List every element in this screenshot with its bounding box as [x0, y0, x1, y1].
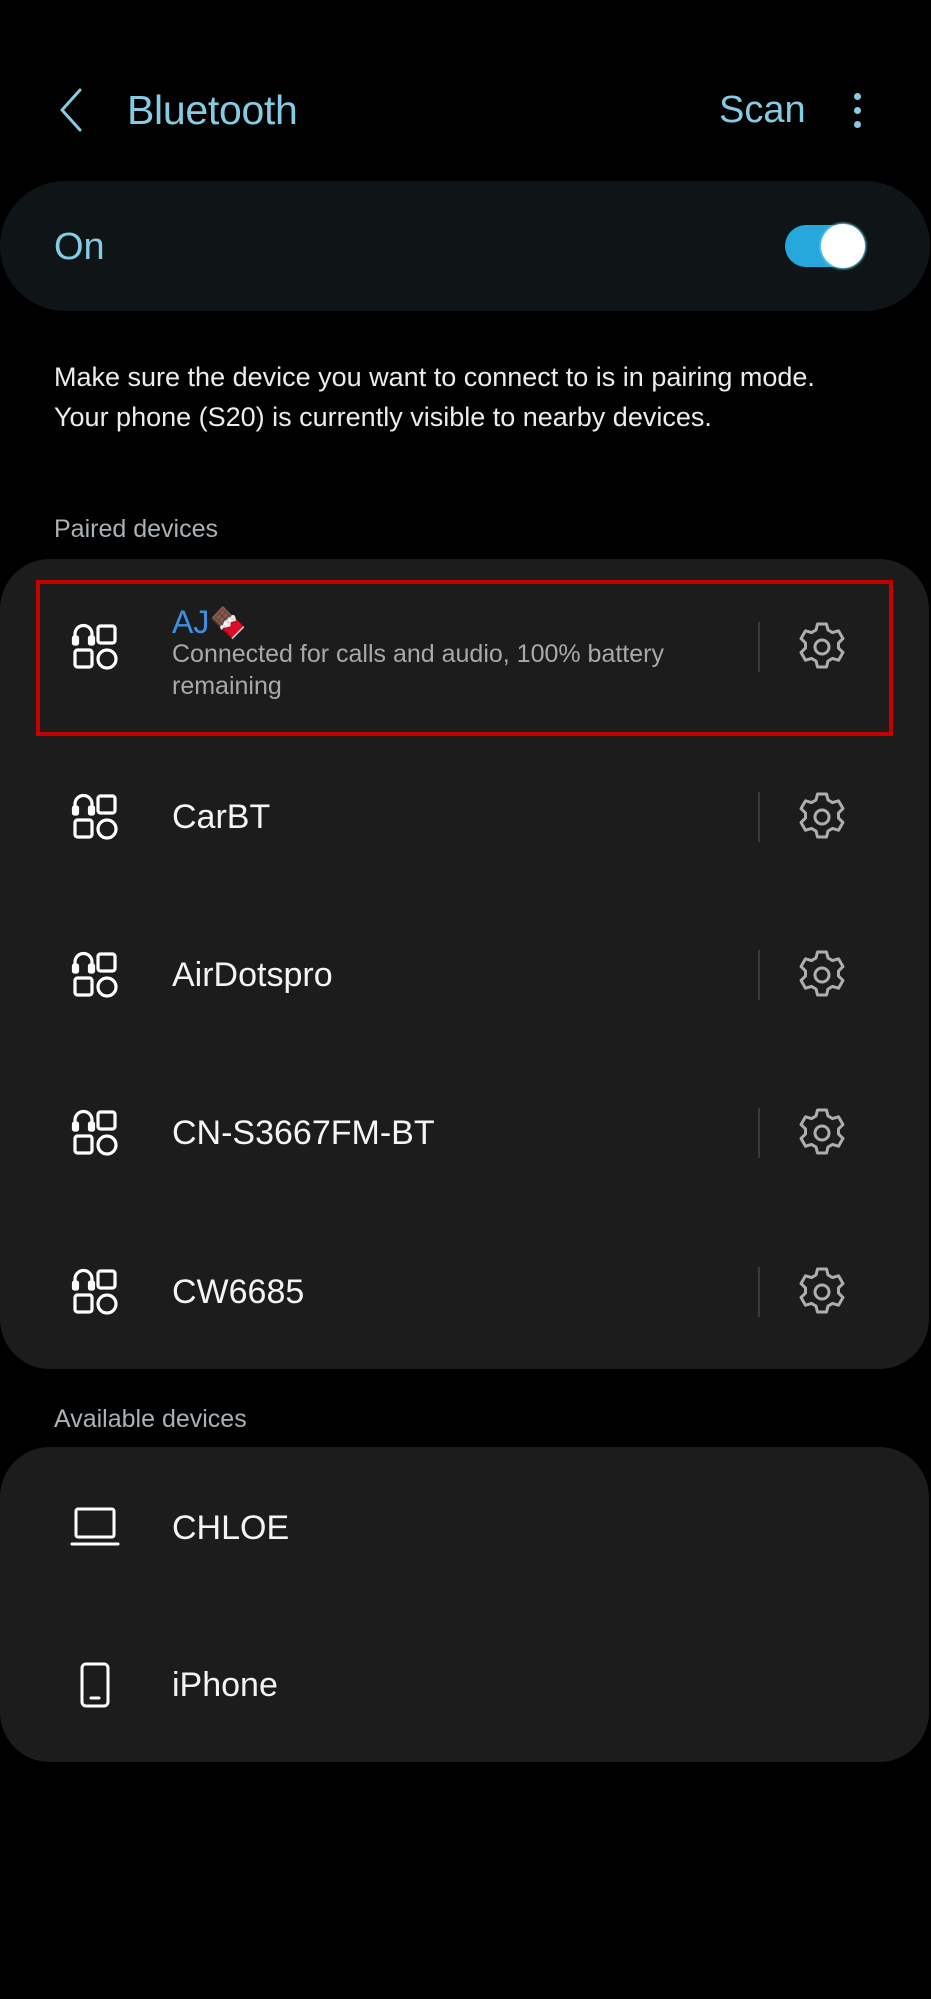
gear-icon[interactable]: [794, 619, 850, 675]
row-divider: [758, 622, 760, 672]
row-divider: [758, 792, 760, 842]
paired-device-item[interactable]: AirDotspro: [0, 896, 929, 1054]
more-options-button[interactable]: [837, 84, 877, 136]
paired-device-item[interactable]: CW6685: [0, 1213, 929, 1369]
more-vertical-icon: [853, 92, 861, 100]
row-divider: [758, 1108, 760, 1158]
chocolate-bar-emoji: 🍫: [209, 606, 247, 641]
audio-multi-device-icon: [71, 1109, 118, 1156]
device-name: iPhone: [172, 1666, 278, 1704]
audio-multi-device-icon: [71, 793, 118, 840]
available-devices-header: Available devices: [54, 1405, 247, 1433]
paired-device-item[interactable]: CarBT: [0, 738, 929, 896]
device-name: CarBT: [172, 798, 271, 836]
audio-multi-device-icon: [71, 951, 118, 998]
paired-devices-header: Paired devices: [54, 515, 218, 543]
gear-icon[interactable]: [794, 947, 850, 1003]
available-device-item[interactable]: iPhone: [0, 1607, 929, 1762]
audio-multi-device-icon: [71, 623, 118, 670]
description-line-2: Your phone (S20) is currently visible to…: [54, 402, 712, 432]
page-title: Bluetooth: [127, 87, 298, 133]
device-name-text: AJ: [172, 604, 210, 640]
paired-device-item[interactable]: CN-S3667FM-BT: [0, 1054, 929, 1212]
gear-icon[interactable]: [794, 1264, 850, 1320]
device-status: Connected for calls and audio, 100% batt…: [172, 640, 664, 700]
paired-devices-card: AJ🍫 Connected for calls and audio, 100% …: [0, 559, 929, 1369]
device-name: CW6685: [172, 1273, 305, 1311]
available-device-item[interactable]: CHLOE: [0, 1447, 929, 1607]
back-button[interactable]: [46, 84, 96, 136]
paired-device-item[interactable]: AJ🍫 Connected for calls and audio, 100% …: [0, 580, 929, 732]
gear-icon[interactable]: [794, 789, 850, 845]
available-devices-card: CHLOE iPhone: [0, 1447, 929, 1762]
master-switch-label: On: [54, 226, 105, 268]
device-name: CHLOE: [172, 1509, 290, 1547]
smartphone-icon: [80, 1662, 110, 1708]
pairing-description: Make sure the device you want to connect…: [54, 357, 894, 437]
row-divider: [758, 950, 760, 1000]
gear-icon[interactable]: [794, 1105, 850, 1161]
chevron-left-icon: [60, 88, 82, 132]
bluetooth-toggle[interactable]: [783, 222, 865, 270]
device-name: CN-S3667FM-BT: [172, 1114, 435, 1152]
row-divider: [758, 1267, 760, 1317]
device-name: AirDotspro: [172, 956, 333, 994]
scan-button[interactable]: Scan: [719, 84, 806, 136]
toggle-thumb: [821, 224, 865, 268]
laptop-icon: [70, 1507, 120, 1546]
audio-multi-device-icon: [71, 1268, 118, 1315]
description-line-1: Make sure the device you want to connect…: [54, 362, 815, 392]
